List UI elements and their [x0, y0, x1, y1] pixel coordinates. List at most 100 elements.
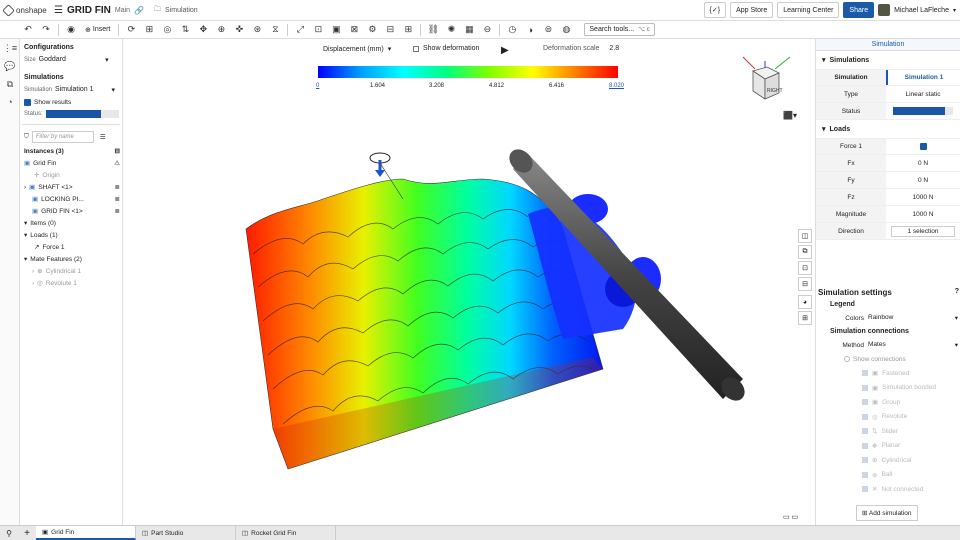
share-button[interactable]: Share [843, 2, 875, 18]
comments-icon[interactable]: 💬 [0, 57, 20, 75]
view-tool-1-icon[interactable]: ◫ [798, 229, 812, 243]
chevron-down-icon[interactable]: ▾ [24, 255, 27, 263]
tab-grid-fin[interactable]: ▣ Grid Fin [36, 526, 136, 540]
tree-item-mate-features[interactable]: ▾ Mate Features (2) [22, 253, 120, 265]
filter-input[interactable]: Filter by name [31, 131, 94, 143]
view-cube-icon[interactable]: RIGHT [735, 49, 795, 119]
view-tool-6-icon[interactable]: ⊞ [798, 311, 812, 325]
chevron-down-icon[interactable]: ▾ [24, 219, 27, 227]
model-render[interactable] [123, 39, 815, 525]
add-tab-icon[interactable]: + [18, 528, 36, 539]
tree-item-grid-fin-1[interactable]: ▣ GRID FIN <1> ≣ [22, 205, 120, 217]
size-select[interactable]: Goddard ▾ [39, 56, 109, 64]
connection-type-item[interactable]: ▣ Group [818, 395, 959, 410]
revolute-mate-icon[interactable]: ◎ [159, 23, 175, 37]
magnitude-value[interactable]: 1000 N [886, 211, 960, 218]
show-results-checkbox[interactable] [24, 98, 31, 106]
redo-icon[interactable]: ↷ [38, 23, 54, 37]
tab-simulation[interactable]: Simulation [816, 39, 960, 51]
screw-relation-icon[interactable]: ⊟ [382, 23, 398, 37]
show-connections-row[interactable]: Show connections [818, 352, 959, 366]
view-tool-4-icon[interactable]: ⊟ [798, 277, 812, 291]
fy-value[interactable]: 0 N [886, 177, 960, 184]
tree-item-loads[interactable]: ▾ Loads (1) [22, 229, 120, 241]
chevron-down-icon[interactable]: ▾ [953, 7, 956, 14]
direction-selection-field[interactable]: 1 selection [891, 225, 955, 237]
learning-center-button[interactable]: Learning Center [777, 2, 840, 18]
connection-type-item[interactable]: ✥ Planar [818, 439, 959, 454]
onshape-logo[interactable]: onshape [0, 3, 50, 17]
breadcrumb[interactable]: 🗀 Simulation [154, 5, 198, 16]
mate-connector-icon[interactable]: ◉ [63, 23, 79, 37]
tree-item-origin[interactable]: ✛ Origin [22, 169, 120, 181]
gear-icon[interactable]: ✺ [443, 23, 459, 37]
tab-part-studio[interactable]: ◫ Part Studio [136, 526, 236, 540]
link-icon[interactable]: 🔗 [134, 6, 144, 15]
connection-type-item[interactable]: ⊛ Ball [818, 468, 959, 483]
undo-icon[interactable]: ↶ [20, 23, 36, 37]
tree-item-shaft[interactable]: › ▣ SHAFT <1> ≣ [22, 181, 120, 193]
document-title[interactable]: GRID FIN [67, 5, 111, 16]
loads-section-header[interactable]: ▾ Loads [816, 120, 960, 138]
tree-item-force1[interactable]: ↗ Force 1 [22, 241, 120, 253]
connection-type-item[interactable]: ✕ Not connected [818, 482, 959, 497]
connection-type-item[interactable]: ⊕ Cylindrical [818, 453, 959, 468]
method-select[interactable]: Mates ▾ [868, 341, 958, 349]
app-store-button[interactable]: App Store [730, 2, 774, 18]
cylindrical-mate-icon[interactable]: ⊕ [213, 23, 229, 37]
simulations-section-header[interactable]: ▾ Simulations [816, 51, 960, 69]
avatar[interactable] [878, 4, 891, 16]
gear-relation-icon[interactable]: ⚙ [364, 23, 380, 37]
tree-item-cylindrical[interactable]: › ⊕ Cylindrical 1 [22, 265, 120, 277]
connection-type-item[interactable]: ◎ Revolute [818, 410, 959, 425]
instance-options-icon[interactable]: ⊟ [115, 147, 120, 155]
search-tools-input[interactable]: Search tools... ⌥ c [584, 23, 655, 36]
branch-name[interactable]: Main [115, 7, 130, 14]
slider-mate-icon[interactable]: ⇅ [177, 23, 193, 37]
animate-icon[interactable]: ◔ [0, 93, 20, 111]
appearance-icon[interactable]: ◕ [798, 295, 812, 309]
explode-icon[interactable]: ⊜ [540, 23, 556, 37]
add-simulation-button[interactable]: ⊞ Add simulation [856, 505, 918, 521]
chevron-right-icon[interactable]: › [32, 280, 34, 287]
view-mode-icon[interactable]: ⬛▾ [783, 111, 797, 120]
hamburger-menu-icon[interactable]: ☰ [54, 5, 63, 16]
feature-list-icon[interactable]: ⋮≡ [0, 39, 20, 57]
measure-icon[interactable]: ◷ [504, 23, 520, 37]
show-connections-radio[interactable] [844, 356, 850, 362]
fastened-mate-icon[interactable]: ⊞ [141, 23, 157, 37]
width-mate-icon[interactable]: ⊡ [310, 23, 326, 37]
graphics-viewport[interactable]: Displacement (mm) ▾ Show deformation ▶ De… [123, 39, 815, 525]
cam-icon[interactable]: ⊖ [479, 23, 495, 37]
fz-value[interactable]: 1000 N [886, 194, 960, 201]
replicate-icon[interactable]: ⟳ [123, 23, 139, 37]
planar-mate-icon[interactable]: ✥ [195, 23, 211, 37]
ball-mate-icon[interactable]: ⊛ [249, 23, 265, 37]
show-results-row[interactable]: Show results [22, 96, 120, 108]
insert-button[interactable]: ⊕ Insert [81, 26, 114, 34]
display-states-icon[interactable]: ◍ [558, 23, 574, 37]
rack-icon[interactable]: ▦ [461, 23, 477, 37]
tab-manager-icon[interactable]: ⚲ [0, 529, 18, 538]
connection-type-item[interactable]: ▣ Fastened [818, 366, 959, 381]
linear-relation-icon[interactable]: ⊞ [400, 23, 416, 37]
sim-column-simulation1[interactable]: Simulation 1 [886, 70, 960, 85]
tree-item-items[interactable]: ▾ Items (0) [22, 217, 120, 229]
chevron-down-icon[interactable]: ▾ [24, 231, 27, 239]
tree-item-grid-fin[interactable]: ▣ Grid Fin ⚠ [22, 157, 120, 169]
connection-type-item[interactable]: ▣ Simulation bonded [818, 381, 959, 396]
fx-value[interactable]: 0 N [886, 160, 960, 167]
chevron-right-icon[interactable]: › [32, 268, 34, 275]
tree-item-revolute[interactable]: › ◎ Revolute 1 [22, 277, 120, 289]
tangent-mate-icon[interactable]: ⤢ [292, 23, 308, 37]
tab-rocket-grid-fin[interactable]: ◫ Rocket Grid Fin [236, 526, 336, 540]
force1-checkbox[interactable] [919, 143, 927, 150]
help-icon[interactable]: ? [955, 288, 959, 297]
section-view-icon[interactable]: ◑ [522, 23, 538, 37]
group-icon[interactable]: ▣ [328, 23, 344, 37]
chevron-right-icon[interactable]: › [24, 184, 26, 191]
connection-type-item[interactable]: ⇅ Slider [818, 424, 959, 439]
relations-icon[interactable]: ⊠ [346, 23, 362, 37]
view-tool-2-icon[interactable]: ⧉ [798, 245, 812, 259]
view-cube[interactable]: RIGHT [735, 49, 795, 119]
